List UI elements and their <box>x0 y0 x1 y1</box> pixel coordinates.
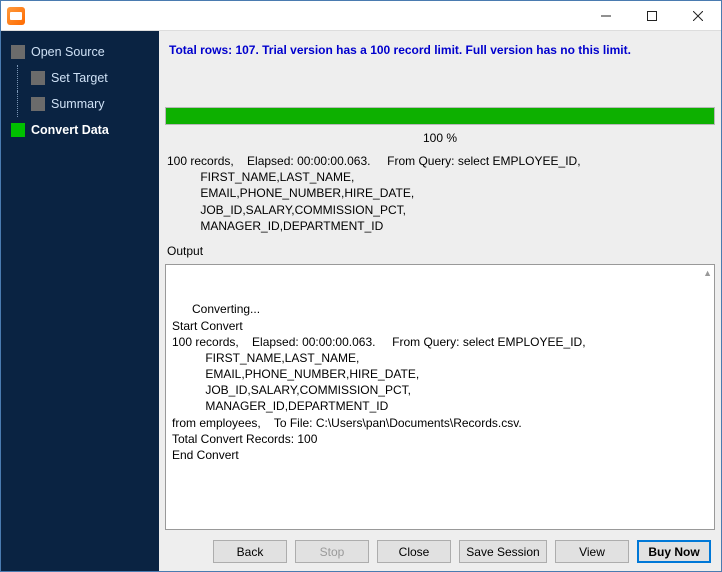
sidebar-item-label: Convert Data <box>31 123 109 137</box>
step-indicator-icon <box>31 97 45 111</box>
step-indicator-icon <box>31 71 45 85</box>
stop-button: Stop <box>295 540 369 563</box>
minimize-icon <box>601 11 611 21</box>
maximize-icon <box>647 11 657 21</box>
buy-now-button[interactable]: Buy Now <box>637 540 711 563</box>
sidebar-item-label: Summary <box>51 97 104 111</box>
tree-line <box>17 65 18 91</box>
maximize-button[interactable] <box>629 1 675 30</box>
progress-percent-label: 100 % <box>423 131 457 145</box>
wizard-sidebar: Open Source Set Target Summary Convert D… <box>1 31 159 571</box>
sidebar-item-label: Set Target <box>51 71 108 85</box>
close-icon <box>693 11 703 21</box>
query-summary-text: 100 records, Elapsed: 00:00:00.063. From… <box>165 149 715 238</box>
output-log-text: Converting... Start Convert 100 records,… <box>172 302 586 462</box>
progress-fill <box>166 108 714 124</box>
step-indicator-active-icon <box>11 123 25 137</box>
sidebar-item-summary[interactable]: Summary <box>1 91 159 117</box>
back-button[interactable]: Back <box>213 540 287 563</box>
progress-bar <box>165 107 715 125</box>
minimize-button[interactable] <box>583 1 629 30</box>
output-label: Output <box>165 242 715 260</box>
button-row: Back Stop Close Save Session View Buy No… <box>165 534 715 565</box>
save-session-button[interactable]: Save Session <box>459 540 547 563</box>
close-window-button[interactable] <box>675 1 721 30</box>
titlebar <box>1 1 721 31</box>
progress-section: 100 % <box>165 107 715 145</box>
trial-limit-banner: Total rows: 107. Trial version has a 100… <box>165 37 715 63</box>
app-icon <box>7 7 25 25</box>
sidebar-item-set-target[interactable]: Set Target <box>1 65 159 91</box>
sidebar-item-convert-data[interactable]: Convert Data <box>1 117 159 143</box>
sidebar-item-label: Open Source <box>31 45 105 59</box>
main-panel: Total rows: 107. Trial version has a 100… <box>159 31 721 571</box>
view-button[interactable]: View <box>555 540 629 563</box>
sidebar-item-open-source[interactable]: Open Source <box>1 39 159 65</box>
window-controls <box>583 1 721 30</box>
close-button[interactable]: Close <box>377 540 451 563</box>
output-log-textarea[interactable]: ▲ Converting... Start Convert 100 record… <box>165 264 715 530</box>
titlebar-left <box>1 7 25 25</box>
scroll-up-icon: ▲ <box>703 267 712 279</box>
tree-line <box>17 91 18 117</box>
step-indicator-icon <box>11 45 25 59</box>
